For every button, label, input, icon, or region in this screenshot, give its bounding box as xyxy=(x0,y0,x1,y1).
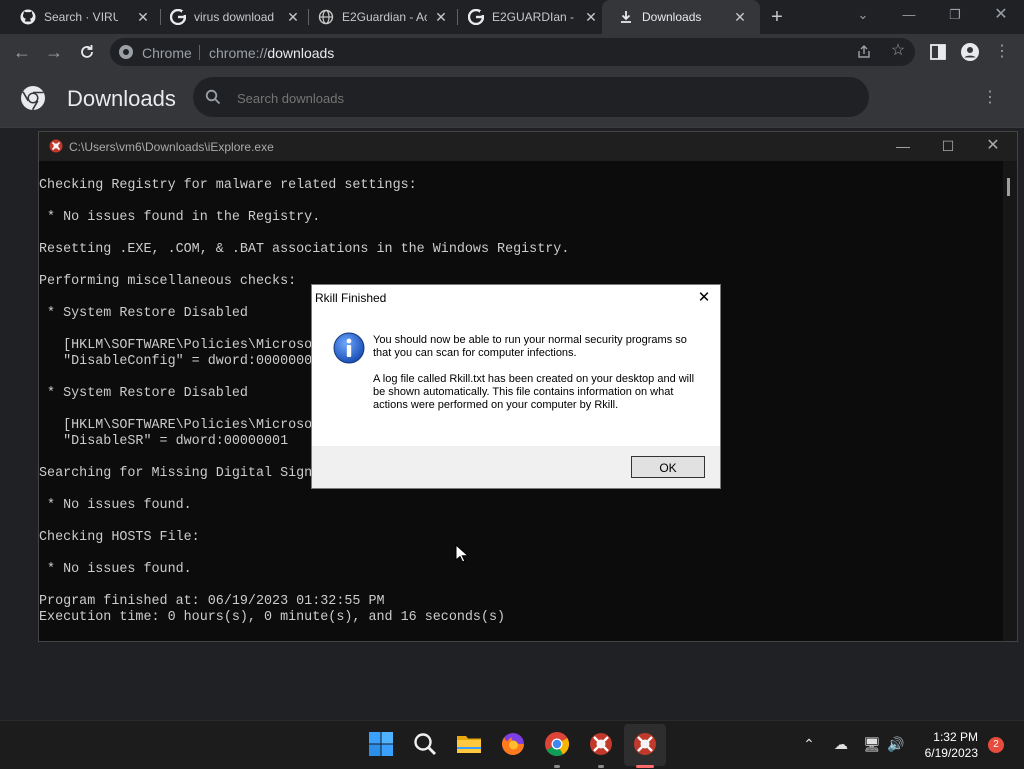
tab-strip: Search · VIRUS ✕ virus download ✕ E2Guar… xyxy=(0,0,1024,34)
firefox-icon[interactable] xyxy=(500,731,526,757)
download-icon xyxy=(621,11,631,23)
forward-icon[interactable]: → xyxy=(44,42,64,62)
rkill-console-taskbar-icon[interactable] xyxy=(632,731,658,757)
network-icon[interactable]: 🖥 xyxy=(863,735,881,753)
close-icon[interactable]: ✕ xyxy=(135,9,151,25)
minimize-icon[interactable]: — xyxy=(897,5,921,25)
dialog-close-icon[interactable]: ✕ xyxy=(693,287,715,309)
site-label: Chrome xyxy=(142,45,192,61)
search-box[interactable] xyxy=(193,77,869,117)
google-icon xyxy=(170,9,186,25)
volume-icon[interactable]: 🔊 xyxy=(887,735,905,753)
chrome-icon xyxy=(119,45,133,59)
tab-virus-download[interactable]: virus download ✕ xyxy=(150,0,310,34)
tab-e2guardian-google[interactable]: E2GUARDIan - G ✕ xyxy=(448,0,608,34)
close-icon[interactable]: ✕ xyxy=(433,9,449,25)
console-minimize-icon[interactable]: — xyxy=(891,136,915,156)
tab-downloads[interactable]: Downloads ✕ xyxy=(602,0,760,34)
browser-toolbar: ← → Chrome chrome://downloads ☆ ⋮ xyxy=(0,34,1024,70)
console-line: Resetting .EXE, .COM, & .BAT association… xyxy=(39,242,570,257)
console-line: Execution time: 0 hours(s), 0 minute(s),… xyxy=(39,610,506,625)
search-input[interactable] xyxy=(235,88,839,108)
more-actions-icon[interactable]: ⋮ xyxy=(982,88,998,108)
rkill-dialog: Rkill Finished ✕ You should now be able … xyxy=(311,284,721,489)
rkill-taskbar-icon[interactable] xyxy=(588,731,614,757)
dialog-message-secondary: A log file called Rkill.txt has been cre… xyxy=(373,373,695,411)
browser-menu-icon[interactable]: ⋮ xyxy=(992,42,1012,62)
tab-search-icon[interactable]: ⌄ xyxy=(851,5,875,25)
console-title: C:\Users\vm6\Downloads\iExplore.exe xyxy=(69,140,274,154)
close-window-icon[interactable]: ✕ xyxy=(989,5,1013,25)
dialog-footer: OK xyxy=(312,446,720,488)
scrollbar-thumb[interactable] xyxy=(1007,178,1010,196)
clock-date[interactable]: 6/19/2023 xyxy=(910,746,978,760)
console-line: Checking HOSTS File: xyxy=(39,530,200,545)
page-title: Downloads xyxy=(67,86,176,111)
tab-title: E2GUARDIan - G xyxy=(492,10,576,24)
console-line: * No issues found. xyxy=(39,562,192,577)
downloads-header: Downloads ⋮ xyxy=(0,70,1024,128)
search-icon xyxy=(205,89,221,105)
share-icon[interactable] xyxy=(856,44,872,60)
tab-title: Downloads xyxy=(642,10,702,24)
profile-icon[interactable] xyxy=(960,42,980,62)
console-titlebar[interactable]: C:\Users\vm6\Downloads\iExplore.exe — ☐ … xyxy=(39,132,1017,161)
console-scrollbar[interactable] xyxy=(1003,161,1017,641)
url-scheme: chrome:// xyxy=(209,45,268,61)
close-icon[interactable]: ✕ xyxy=(583,9,599,25)
chevron-up-icon[interactable]: ⌃ xyxy=(800,735,818,753)
dialog-message-primary: You should now be able to run your norma… xyxy=(373,334,687,359)
notification-badge[interactable]: 2 xyxy=(988,737,1004,753)
dialog-title: Rkill Finished xyxy=(315,291,387,305)
search-icon[interactable] xyxy=(412,731,438,757)
chrome-taskbar-icon[interactable] xyxy=(544,731,570,757)
close-icon[interactable]: ✕ xyxy=(732,9,748,25)
tab-title: Search · VIRUS xyxy=(44,10,118,24)
google-icon xyxy=(468,9,484,25)
console-line: * No issues found in the Registry. xyxy=(39,210,321,225)
console-maximize-icon[interactable]: ☐ xyxy=(936,136,960,156)
console-close-icon[interactable]: ✕ xyxy=(981,136,1005,156)
globe-icon xyxy=(318,9,334,25)
console-line: * No issues found. xyxy=(39,498,192,513)
side-panel-icon[interactable] xyxy=(928,42,948,62)
info-icon xyxy=(333,332,365,364)
tab-title: virus download xyxy=(194,10,274,24)
reload-icon[interactable] xyxy=(77,42,97,62)
mouse-cursor-icon xyxy=(455,544,469,563)
omnibox-divider xyxy=(199,45,200,60)
file-explorer-icon[interactable] xyxy=(456,731,482,757)
new-tab-icon[interactable]: + xyxy=(767,7,787,27)
onedrive-offline-icon[interactable]: ☁ xyxy=(832,735,850,753)
tab-github-search[interactable]: Search · VIRUS ✕ xyxy=(0,0,160,34)
console-line: Program finished at: 06/19/2023 01:32:55… xyxy=(39,594,385,609)
github-icon xyxy=(20,9,36,25)
chrome-logo-icon xyxy=(21,86,45,111)
tab-title: E2Guardian - Ac xyxy=(342,10,427,24)
address-bar[interactable]: Chrome chrome://downloads ☆ xyxy=(110,38,915,66)
tab-e2guardian[interactable]: E2Guardian - Ac ✕ xyxy=(298,0,458,34)
windows-start-icon[interactable] xyxy=(368,731,394,757)
restore-icon[interactable]: ❐ xyxy=(943,5,967,25)
back-icon[interactable]: ← xyxy=(12,42,32,62)
console-line: Checking Registry for malware related se… xyxy=(39,178,417,193)
ok-button[interactable]: OK xyxy=(631,456,705,478)
taskbar: ⌃ ☁ 🖥 🔊 1:32 PM 6/19/2023 2 xyxy=(0,720,1024,769)
clock-time[interactable]: 1:32 PM xyxy=(916,730,978,744)
url-text: chrome://downloads xyxy=(209,45,334,61)
url-host: downloads xyxy=(267,45,335,61)
bookmark-star-icon[interactable]: ☆ xyxy=(889,42,907,60)
rkill-icon xyxy=(49,139,63,153)
